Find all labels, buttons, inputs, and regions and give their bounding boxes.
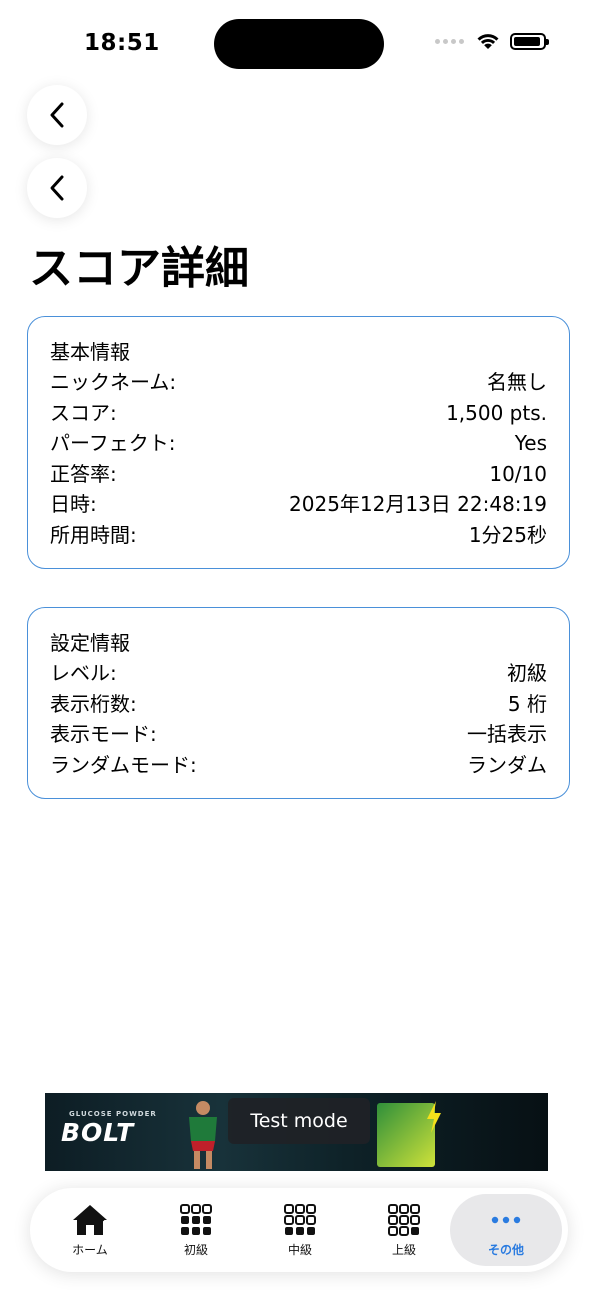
row-label: 日時: (50, 492, 97, 516)
row-label: ランダムモード: (50, 752, 197, 777)
dynamic-island (214, 19, 384, 69)
home-icon (73, 1204, 107, 1235)
basic-info-title: 基本情報 (50, 340, 130, 364)
row-value: ランダム (467, 752, 547, 777)
tab-more[interactable]: その他 (450, 1194, 562, 1266)
chevron-left-icon (50, 102, 64, 128)
row-value: Yes (514, 431, 547, 455)
row-value: 5 桁 (507, 691, 547, 716)
more-icon (491, 1216, 521, 1223)
tab-label: 初級 (183, 1242, 208, 1257)
battery-icon (510, 32, 549, 50)
row-label: 正答率: (50, 461, 117, 486)
row-label: スコア: (50, 400, 117, 425)
wifi-icon (477, 34, 499, 49)
ad-brand: BOLT (61, 1118, 135, 1147)
ad-player-image (189, 1101, 217, 1169)
ad-banner[interactable]: GLUCOSE POWDER BOLT Test mode (45, 1093, 548, 1171)
elapsed-time-row: 所用時間: 1分25秒 (50, 520, 547, 551)
back-button[interactable] (27, 85, 87, 145)
digits-row: 表示桁数: 5 桁 (50, 689, 547, 720)
grid-icon (284, 1203, 316, 1235)
level-row: レベル: 初級 (50, 658, 547, 689)
settings-info-card: 設定情報 レベル: 初級 表示桁数: 5 桁 表示モード: 一括表示 ランダムモ… (27, 607, 570, 799)
tab-label: 上級 (391, 1242, 416, 1257)
row-label: 表示桁数: (50, 691, 137, 716)
cellular-signal-icon (435, 38, 464, 44)
row-label: パーフェクト: (50, 431, 176, 455)
tab-home[interactable]: ホーム (38, 1194, 142, 1266)
tab-bar: ホーム 初級 中級 上級 その他 (30, 1188, 568, 1272)
tab-beginner[interactable]: 初級 (144, 1194, 248, 1266)
ad-brand-small: GLUCOSE POWDER (69, 1110, 157, 1118)
accuracy-row: 正答率: 10/10 (50, 459, 547, 490)
status-icons (435, 32, 549, 50)
display-mode-row: 表示モード: 一括表示 (50, 719, 547, 750)
row-value: 2025年12月13日 22:48:19 (289, 492, 547, 516)
tab-label: その他 (487, 1242, 524, 1257)
chevron-left-icon (50, 175, 64, 201)
row-label: 表示モード: (50, 722, 157, 746)
row-label: レベル: (50, 661, 117, 685)
tab-advanced[interactable]: 上級 (352, 1194, 456, 1266)
row-value: 名無し (487, 370, 547, 394)
datetime-row: 日時: 2025年12月13日 22:48:19 (50, 489, 547, 520)
lightning-icon (427, 1101, 441, 1133)
tab-label: ホーム (72, 1242, 108, 1257)
settings-info-title: 設定情報 (50, 631, 130, 655)
grid-icon (388, 1203, 420, 1236)
row-value: 10/10 (489, 461, 547, 486)
score-row: スコア: 1,500 pts. (50, 398, 547, 429)
tab-label: 中級 (287, 1242, 312, 1257)
row-value: 一括表示 (467, 722, 547, 746)
row-value: 初級 (507, 661, 547, 685)
perfect-row: パーフェクト: Yes (50, 428, 547, 459)
page-title: スコア詳細 (29, 243, 249, 294)
tab-intermediate[interactable]: 中級 (248, 1194, 352, 1266)
status-time: 18:51 (84, 30, 160, 56)
row-value: 1分25秒 (468, 522, 547, 547)
grid-icon (180, 1203, 212, 1235)
row-label: 所用時間: (50, 522, 137, 547)
row-value: 1,500 pts. (446, 400, 547, 425)
nickname-row: ニックネーム: 名無し (50, 367, 547, 398)
test-mode-overlay: Test mode (228, 1098, 370, 1144)
basic-info-card: 基本情報 ニックネーム: 名無し スコア: 1,500 pts. パーフェクト:… (27, 316, 570, 569)
back-button-secondary[interactable] (27, 158, 87, 218)
row-label: ニックネーム: (50, 370, 177, 394)
random-mode-row: ランダムモード: ランダム (50, 750, 547, 781)
